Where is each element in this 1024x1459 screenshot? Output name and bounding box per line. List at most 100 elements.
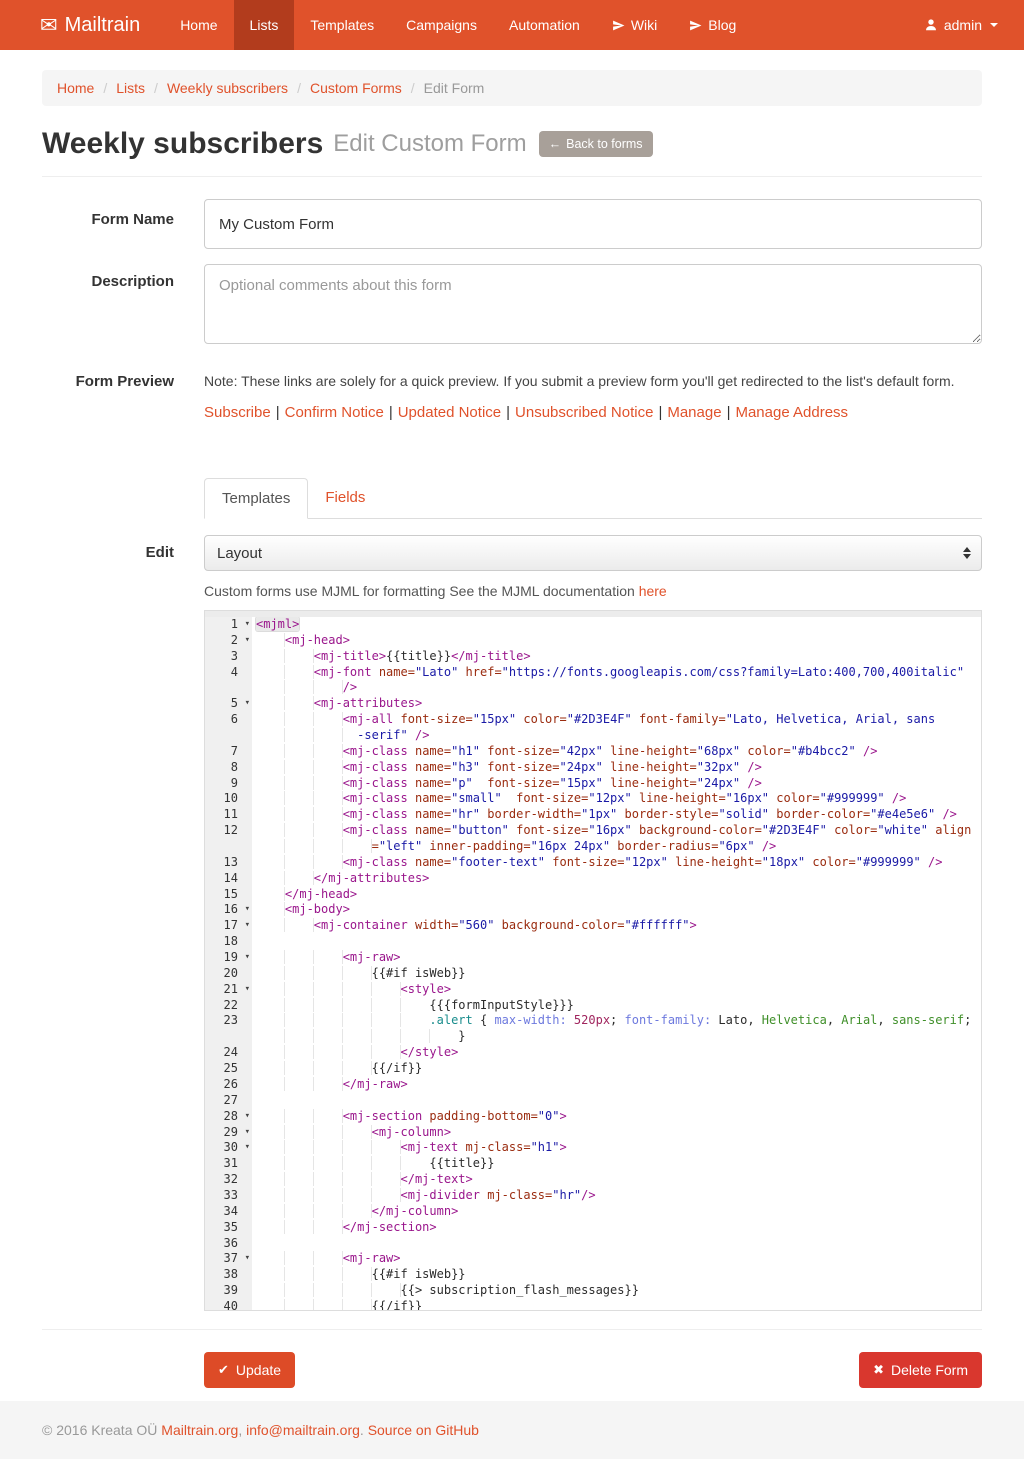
editor-line[interactable]: 34 </mj-column> — [205, 1204, 981, 1220]
editor-line[interactable]: 4 <mj-font name="Lato" href="https://fon… — [205, 665, 981, 681]
fold-arrow-icon[interactable]: ▾ — [245, 1125, 250, 1141]
editor-line[interactable]: 24 </style> — [205, 1045, 981, 1061]
tab-templates[interactable]: Templates — [204, 478, 308, 519]
preview-link-manage[interactable]: Manage — [667, 404, 721, 421]
breadcrumb-link[interactable]: Custom Forms — [310, 80, 402, 96]
fold-arrow-icon[interactable]: ▾ — [245, 1251, 250, 1267]
line-number: 25 — [205, 1061, 252, 1077]
fold-arrow-icon[interactable]: ▾ — [245, 1140, 250, 1156]
nav-item-home[interactable]: Home — [164, 0, 233, 50]
nav-item-wiki[interactable]: Wiki — [596, 0, 673, 50]
editor-line[interactable]: 27 — [205, 1093, 981, 1109]
footer-link-mailtrain-org[interactable]: Mailtrain.org — [161, 1422, 238, 1438]
line-number: 15 — [205, 887, 252, 903]
editor-line[interactable]: 6 <mj-all font-size="15px" color="#2D3E4… — [205, 712, 981, 728]
fold-arrow-icon[interactable]: ▾ — [245, 633, 250, 649]
back-to-forms-button[interactable]: ← Back to forms — [539, 131, 653, 157]
line-number: 22 — [205, 998, 252, 1014]
editor-line[interactable]: 12 <mj-class name="button" font-size="16… — [205, 823, 981, 839]
preview-link-updated-notice[interactable]: Updated Notice — [398, 404, 501, 421]
footer-link-info-mailtrain-org[interactable]: info@mailtrain.org — [246, 1422, 360, 1438]
mjml-code-editor[interactable]: 1▾<mjml>2▾ <mj-head>3 <mj-title>{{title}… — [204, 610, 982, 1311]
editor-line[interactable]: 16▾ <mj-body> — [205, 902, 981, 918]
preview-link-confirm-notice[interactable]: Confirm Notice — [285, 404, 384, 421]
line-number: 20 — [205, 966, 252, 982]
nav-item-templates[interactable]: Templates — [294, 0, 390, 50]
editor-line[interactable]: ="left" inner-padding="16px 24px" border… — [205, 839, 981, 855]
nav-item-campaigns[interactable]: Campaigns — [390, 0, 493, 50]
editor-line[interactable]: 33 <mj-divider mj-class="hr"/> — [205, 1188, 981, 1204]
user-menu[interactable]: admin — [924, 0, 998, 50]
editor-line[interactable]: 9 <mj-class name="p" font-size="15px" li… — [205, 776, 981, 792]
editor-line[interactable]: 17▾ <mj-container width="560" background… — [205, 918, 981, 934]
breadcrumb-link[interactable]: Weekly subscribers — [167, 80, 288, 96]
fold-arrow-icon[interactable]: ▾ — [245, 902, 250, 918]
nav-menu: HomeListsTemplatesCampaignsAutomationWik… — [164, 0, 752, 50]
editor-line[interactable]: } — [205, 1029, 981, 1045]
editor-line[interactable]: 32 </mj-text> — [205, 1172, 981, 1188]
delete-form-button[interactable]: ✖ Delete Form — [859, 1352, 982, 1388]
mjml-doc-link[interactable]: here — [639, 583, 667, 599]
line-number: 34 — [205, 1204, 252, 1220]
editor-line[interactable]: 38 {{#if isWeb}} — [205, 1267, 981, 1283]
editor-line[interactable]: /> — [205, 680, 981, 696]
fold-arrow-icon[interactable]: ▾ — [245, 617, 250, 633]
update-button[interactable]: ✔ Update — [204, 1352, 295, 1388]
editor-line[interactable]: 7 <mj-class name="h1" font-size="42px" l… — [205, 744, 981, 760]
editor-line[interactable]: 20 {{#if isWeb}} — [205, 966, 981, 982]
fold-arrow-icon[interactable]: ▾ — [245, 696, 250, 712]
line-number: 8 — [205, 760, 252, 776]
editor-line[interactable]: 5▾ <mj-attributes> — [205, 696, 981, 712]
line-number — [205, 1029, 252, 1045]
editor-line[interactable]: 40 {{/if}} — [205, 1299, 981, 1311]
line-number: 6 — [205, 712, 252, 728]
editor-line[interactable]: 26 </mj-raw> — [205, 1077, 981, 1093]
preview-link-unsubscribed-notice[interactable]: Unsubscribed Notice — [515, 404, 653, 421]
editor-line[interactable]: 37▾ <mj-raw> — [205, 1251, 981, 1267]
editor-line[interactable]: 29▾ <mj-column> — [205, 1125, 981, 1141]
editor-line[interactable]: 11 <mj-class name="hr" border-width="1px… — [205, 807, 981, 823]
editor-line[interactable]: 10 <mj-class name="small" font-size="12p… — [205, 791, 981, 807]
editor-line[interactable]: 21▾ <style> — [205, 982, 981, 998]
editor-line[interactable]: 25 {{/if}} — [205, 1061, 981, 1077]
nav-item-automation[interactable]: Automation — [493, 0, 596, 50]
fold-arrow-icon[interactable]: ▾ — [245, 982, 250, 998]
line-number: 21▾ — [205, 982, 252, 998]
line-number: 17▾ — [205, 918, 252, 934]
preview-link-subscribe[interactable]: Subscribe — [204, 404, 271, 421]
editor-line[interactable]: 1▾<mjml> — [205, 617, 981, 633]
form-name-input[interactable] — [204, 199, 982, 249]
edit-template-select[interactable]: Layout — [204, 535, 982, 571]
editor-line[interactable]: 19▾ <mj-raw> — [205, 950, 981, 966]
nav-item-blog[interactable]: Blog — [673, 0, 752, 50]
nav-item-lists[interactable]: Lists — [234, 0, 295, 50]
editor-line[interactable]: 3 <mj-title>{{title}}</mj-title> — [205, 649, 981, 665]
editor-line[interactable]: 15 </mj-head> — [205, 887, 981, 903]
editor-line[interactable]: 30▾ <mj-text mj-class="h1"> — [205, 1140, 981, 1156]
editor-line[interactable]: 14 </mj-attributes> — [205, 871, 981, 887]
editor-line[interactable]: 35 </mj-section> — [205, 1220, 981, 1236]
line-number: 10 — [205, 791, 252, 807]
editor-line[interactable]: 31 {{title}} — [205, 1156, 981, 1172]
editor-line[interactable]: 18 — [205, 934, 981, 950]
brand[interactable]: ✉ Mailtrain — [40, 0, 140, 50]
editor-line[interactable]: 36 — [205, 1236, 981, 1252]
editor-line[interactable]: 28▾ <mj-section padding-bottom="0"> — [205, 1109, 981, 1125]
tab-fields[interactable]: Fields — [308, 478, 382, 518]
fold-arrow-icon[interactable]: ▾ — [245, 950, 250, 966]
editor-line[interactable]: 8 <mj-class name="h3" font-size="24px" l… — [205, 760, 981, 776]
fold-arrow-icon[interactable]: ▾ — [245, 1109, 250, 1125]
footer-link-source-on-github[interactable]: Source on GitHub — [368, 1422, 479, 1438]
editor-line[interactable]: 22 {{{formInputStyle}}} — [205, 998, 981, 1014]
editor-line[interactable]: 23 .alert { max-width: 520px; font-famil… — [205, 1013, 981, 1029]
line-number: 37▾ — [205, 1251, 252, 1267]
editor-line[interactable]: 2▾ <mj-head> — [205, 633, 981, 649]
preview-link-manage-address[interactable]: Manage Address — [735, 404, 848, 421]
breadcrumb-link[interactable]: Lists — [116, 80, 145, 96]
description-textarea[interactable] — [204, 264, 982, 344]
fold-arrow-icon[interactable]: ▾ — [245, 918, 250, 934]
editor-line[interactable]: 39 {{> subscription_flash_messages}} — [205, 1283, 981, 1299]
editor-line[interactable]: 13 <mj-class name="footer-text" font-siz… — [205, 855, 981, 871]
editor-line[interactable]: -serif" /> — [205, 728, 981, 744]
breadcrumb-link[interactable]: Home — [57, 80, 94, 96]
